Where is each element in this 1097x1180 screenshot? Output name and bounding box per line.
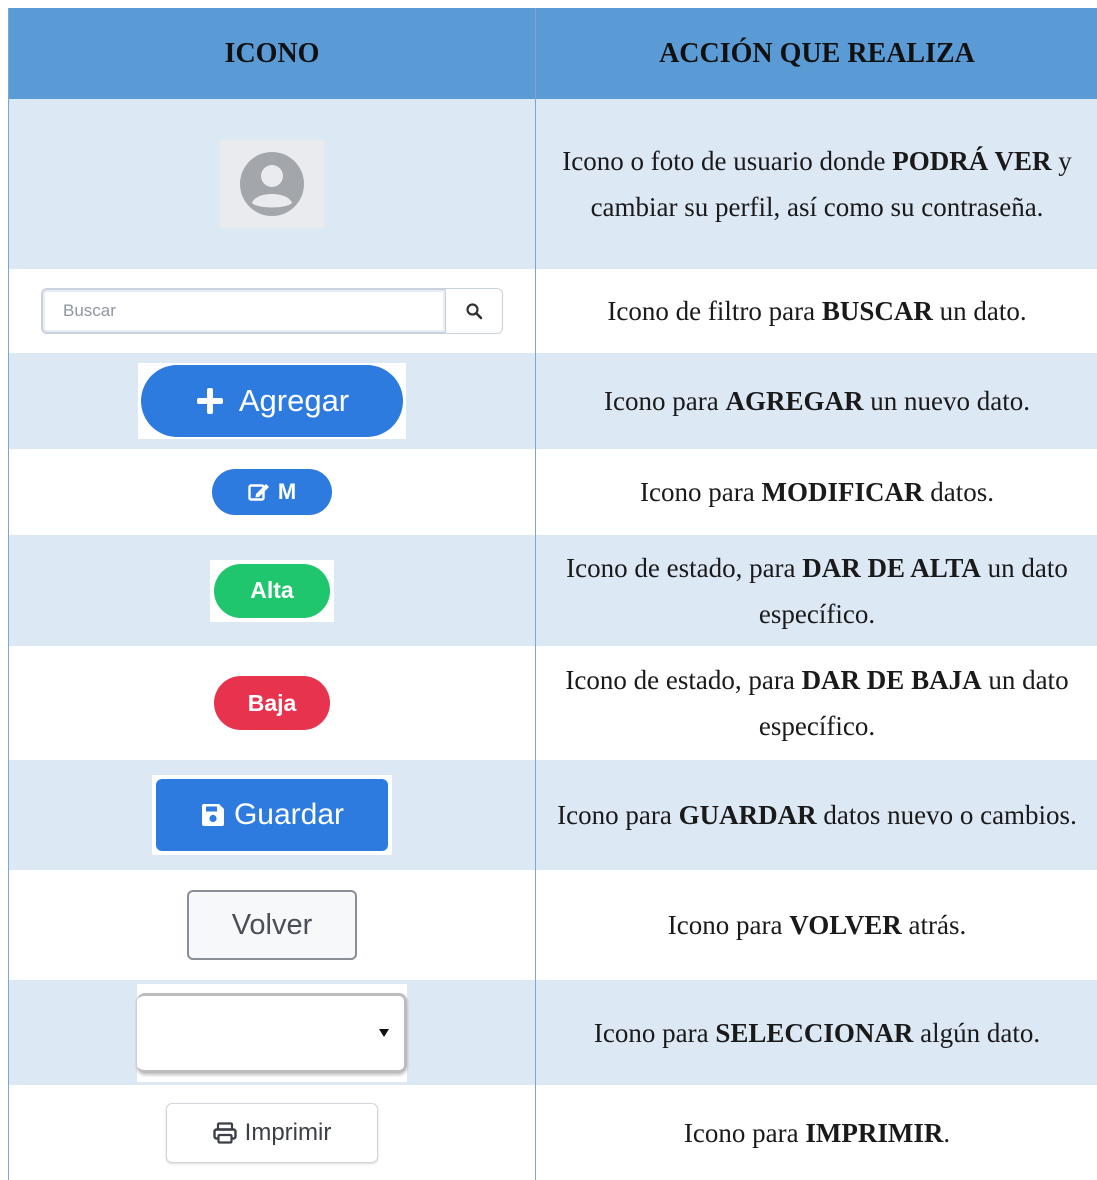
print-button[interactable]: Imprimir: [166, 1102, 378, 1163]
plus-icon: [196, 388, 223, 414]
table-row: Icono o foto de usuario donde PODRÁ VER …: [9, 99, 1097, 269]
table-row: Guardar Icono para GUARDAR datos nuevo o…: [9, 760, 1097, 870]
row-description: Icono para SELECCIONAR algún dato.: [593, 1017, 1041, 1048]
alta-status-badge[interactable]: Alta: [214, 563, 330, 618]
table-row: Icono para SELECCIONAR algún dato.: [9, 980, 1097, 1085]
select-dropdown[interactable]: [137, 992, 407, 1073]
row-description: Icono o foto de usuario donde PODRÁ VER …: [562, 146, 1072, 222]
icon-reference-table: ICONO ACCIÓN QUE REALIZA Icono o foto de…: [8, 8, 1097, 1180]
table-row: M Icono para MODIFICAR datos.: [9, 449, 1097, 535]
add-button[interactable]: Agregar: [141, 365, 403, 437]
edit-button-label: M: [277, 479, 297, 504]
save-button-label: Guardar: [233, 798, 345, 831]
edit-button[interactable]: M: [212, 469, 332, 515]
table-row: Alta Icono de estado, para DAR DE ALTA u…: [9, 535, 1097, 646]
table-row: Baja Icono de estado, para DAR DE BAJA u…: [9, 646, 1097, 760]
search-field: Buscar: [41, 288, 503, 334]
search-button[interactable]: [445, 288, 503, 334]
search-input[interactable]: Buscar: [41, 288, 445, 334]
print-button-label: Imprimir: [244, 1118, 332, 1146]
table-row: Agregar Icono para AGREGAR un nuevo dato…: [9, 353, 1097, 449]
printer-icon: [212, 1121, 237, 1144]
table-header-row: ICONO ACCIÓN QUE REALIZA: [9, 8, 1097, 99]
table-row: Volver Icono para VOLVER atrás.: [9, 870, 1097, 980]
row-description: Icono para MODIFICAR datos.: [640, 477, 994, 507]
caret-down-icon: [379, 1028, 389, 1037]
row-description: Icono para AGREGAR un nuevo dato.: [604, 386, 1030, 416]
back-button[interactable]: Volver: [187, 890, 357, 960]
search-icon: [466, 303, 483, 320]
table-row: Buscar Icono de filtro para BUSCAR un da…: [9, 269, 1097, 353]
row-description: Icono para IMPRIMIR.: [683, 1117, 951, 1148]
baja-status-badge[interactable]: Baja: [214, 676, 330, 730]
add-button-label: Agregar: [238, 383, 350, 418]
row-description: Icono para VOLVER atrás.: [667, 910, 967, 940]
save-button[interactable]: Guardar: [156, 779, 388, 851]
edit-icon: [248, 484, 269, 501]
header-col-icon: ICONO: [9, 8, 536, 99]
row-description: Icono de estado, para DAR DE ALTA un dat…: [566, 552, 1068, 629]
row-description: Icono de estado, para DAR DE BAJA un dat…: [565, 665, 1069, 741]
header-col-action: ACCIÓN QUE REALIZA: [659, 37, 975, 69]
row-description: Icono para GUARDAR datos nuevo o cambios…: [557, 800, 1077, 830]
floppy-disk-icon: [201, 804, 224, 826]
row-description: Icono de filtro para BUSCAR un dato.: [607, 296, 1027, 326]
table-row: Imprimir Icono para IMPRIMIR.: [9, 1085, 1097, 1180]
user-avatar-icon[interactable]: [220, 140, 324, 228]
